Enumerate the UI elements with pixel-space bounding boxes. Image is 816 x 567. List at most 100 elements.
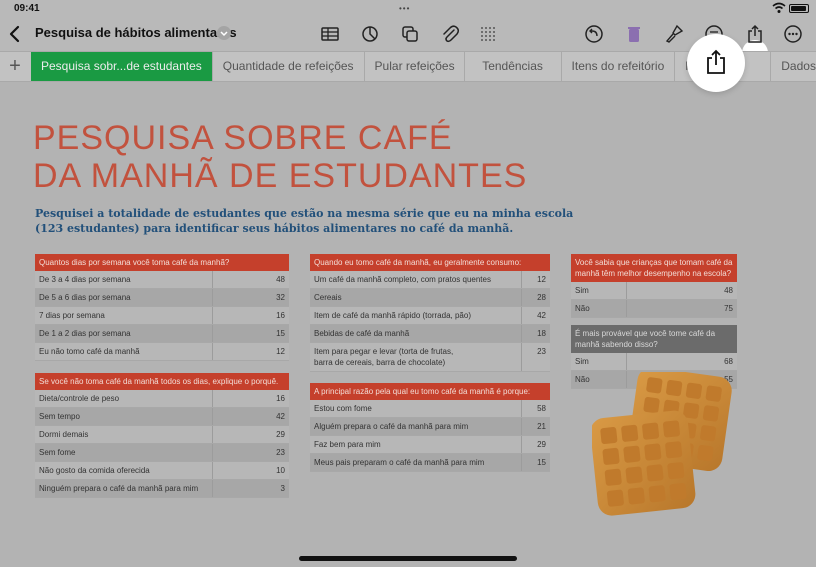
table-row[interactable]: Bebidas de café da manhã 18 xyxy=(310,325,550,343)
cell-label: Dormi demais xyxy=(35,426,213,443)
status-bar: 09:41 ••• xyxy=(0,0,816,18)
table-row[interactable]: Dieta/controle de peso 16 xyxy=(35,390,289,408)
cell-label: De 3 a 4 dias por semana xyxy=(35,271,213,288)
home-indicator[interactable] xyxy=(299,556,517,561)
table-row[interactable]: Não 75 xyxy=(571,300,737,318)
more-icon[interactable] xyxy=(782,23,804,45)
battery-icon xyxy=(789,4,809,13)
share-icon[interactable] xyxy=(744,23,766,45)
table-row[interactable]: Sem fome 23 xyxy=(35,444,289,462)
table-row[interactable]: Sim 68 xyxy=(571,353,737,371)
shape-icon[interactable] xyxy=(399,23,421,45)
table-reason-skip[interactable]: Se você não toma café da manhã todos os … xyxy=(35,373,289,498)
table-row[interactable]: Não gosto da comida oferecida 10 xyxy=(35,462,289,480)
cell-label: Sim xyxy=(571,353,627,370)
table-header: Você sabia que crianças que tomam café d… xyxy=(571,254,737,282)
table-row[interactable]: Item de café da manhã rápido (torrada, p… xyxy=(310,307,550,325)
table-row[interactable]: De 5 a 6 dias por semana 32 xyxy=(35,289,289,307)
table-row[interactable]: Faz bem para mim 29 xyxy=(310,436,550,454)
table-row[interactable]: 7 dias por semana 16 xyxy=(35,307,289,325)
waffle-image[interactable] xyxy=(592,372,742,522)
cell-label: Dieta/controle de peso xyxy=(35,390,213,407)
cell-label: Não gosto da comida oferecida xyxy=(35,462,213,479)
undo-icon[interactable] xyxy=(583,23,605,45)
cell-value: 23 xyxy=(276,448,285,457)
table-header: A principal razão pela qual eu tomo café… xyxy=(310,383,550,400)
cell-value: 28 xyxy=(537,293,546,302)
table-row[interactable]: Item para pegar e levar (torta de frutas… xyxy=(310,343,550,372)
cell-label: Meus pais preparam o café da manhã para … xyxy=(310,454,522,471)
tab-quantidade[interactable]: Quantidade de refeições xyxy=(213,52,365,81)
chevron-down-icon[interactable] xyxy=(217,26,231,40)
brush-icon[interactable] xyxy=(663,23,685,45)
table-row[interactable]: Dormi demais 29 xyxy=(35,426,289,444)
table-consume[interactable]: Quando eu tomo café da manhã, eu geralme… xyxy=(310,254,550,372)
cell-label: Sim xyxy=(571,282,627,299)
cell-label: Sem tempo xyxy=(35,408,213,425)
table-row[interactable]: Um café da manhã completo, com pratos qu… xyxy=(310,271,550,289)
cell-label: Bebidas de café da manhã xyxy=(310,325,522,342)
cell-value: 42 xyxy=(276,412,285,421)
cell-label: De 1 a 2 dias por semana xyxy=(35,325,213,342)
cell-value: 16 xyxy=(276,311,285,320)
cell-value: 42 xyxy=(537,311,546,320)
tab-pesquisa[interactable]: Pesquisa sobr...de estudantes xyxy=(31,52,213,81)
page-subtitle[interactable]: Pesquisei a totalidade de estudantes que… xyxy=(35,206,595,236)
table-row[interactable]: Sem tempo 42 xyxy=(35,408,289,426)
cell-value: 10 xyxy=(276,466,285,475)
table-header: Quando eu tomo café da manhã, eu geralme… xyxy=(310,254,550,271)
table-row[interactable]: Ninguém prepara o café da manhã para mim… xyxy=(35,480,289,498)
cell-label: Item para pegar e levar (torta de frutas… xyxy=(310,343,522,371)
table-row[interactable]: Meus pais preparam o café da manhã para … xyxy=(310,454,550,472)
cell-label: Não xyxy=(571,300,627,317)
cell-label: De 5 a 6 dias por semana xyxy=(35,289,213,306)
table-knew[interactable]: Você sabia que crianças que tomam café d… xyxy=(571,254,737,318)
chart-icon[interactable] xyxy=(359,23,381,45)
paperclip-icon[interactable] xyxy=(439,23,461,45)
cell-label: Um café da manhã completo, com pratos qu… xyxy=(310,271,522,288)
tab-itens[interactable]: Itens do refeitório xyxy=(562,52,676,81)
cell-value: 75 xyxy=(724,304,733,313)
table-row[interactable]: Cereais 28 xyxy=(310,289,550,307)
status-time: 09:41 xyxy=(14,3,40,14)
multitasking-dots-icon[interactable]: ••• xyxy=(399,4,410,13)
share-button-callout[interactable] xyxy=(687,34,745,92)
cell-value: 18 xyxy=(537,329,546,338)
table-row[interactable]: Alguém prepara o café da manhã para mim 2… xyxy=(310,418,550,436)
add-sheet-button[interactable]: + xyxy=(0,52,30,81)
table-row[interactable]: De 3 a 4 dias por semana 48 xyxy=(35,271,289,289)
cell-value: 15 xyxy=(276,329,285,338)
share-icon xyxy=(707,49,725,74)
cell-label: Faz bem para mim xyxy=(310,436,522,453)
cell-label: Item de café da manhã rápido (torrada, p… xyxy=(310,307,522,324)
document-title[interactable]: Pesquisa de hábitos alimentares xyxy=(35,25,237,40)
table-header: É mais provável que você tome café da ma… xyxy=(571,325,737,353)
cell-value: 48 xyxy=(724,286,733,295)
tab-dados[interactable]: Dados nutr xyxy=(771,52,816,81)
table-row[interactable]: Eu não tomo café da manhã 12 xyxy=(35,343,289,361)
wifi-icon xyxy=(772,2,786,13)
trash-icon[interactable] xyxy=(623,23,645,45)
back-chevron-icon[interactable] xyxy=(6,23,24,45)
page-title[interactable]: PESQUISA SOBRE CAFÉ DA MANHÃ DE ESTUDANT… xyxy=(33,119,527,195)
tab-pular[interactable]: Pular refeições xyxy=(365,52,465,81)
table-row[interactable]: Estou com fome 58 xyxy=(310,400,550,418)
format-grid-icon[interactable] xyxy=(477,23,499,45)
page-title-line-1: PESQUISA SOBRE CAFÉ xyxy=(33,119,453,157)
table-row[interactable]: De 1 a 2 dias por semana 15 xyxy=(35,325,289,343)
table-row[interactable]: Sim 48 xyxy=(571,282,737,300)
cell-value: 23 xyxy=(537,347,546,356)
tab-tendencias[interactable]: Tendências xyxy=(465,52,562,81)
cell-value: 16 xyxy=(276,394,285,403)
cell-label: Eu não tomo café da manhã xyxy=(35,343,213,360)
table-frequency[interactable]: Quantos dias por semana você toma café d… xyxy=(35,254,289,361)
cell-value: 12 xyxy=(537,275,546,284)
cell-value: 15 xyxy=(537,458,546,467)
document-canvas: PESQUISA SOBRE CAFÉ DA MANHÃ DE ESTUDANT… xyxy=(0,82,816,567)
cell-label: Cereais xyxy=(310,289,522,306)
cell-label: 7 dias por semana xyxy=(35,307,213,324)
cell-value: 48 xyxy=(276,275,285,284)
table-main-reason[interactable]: A principal razão pela qual eu tomo café… xyxy=(310,383,550,472)
cell-value: 29 xyxy=(537,440,546,449)
table-icon[interactable] xyxy=(319,23,341,45)
